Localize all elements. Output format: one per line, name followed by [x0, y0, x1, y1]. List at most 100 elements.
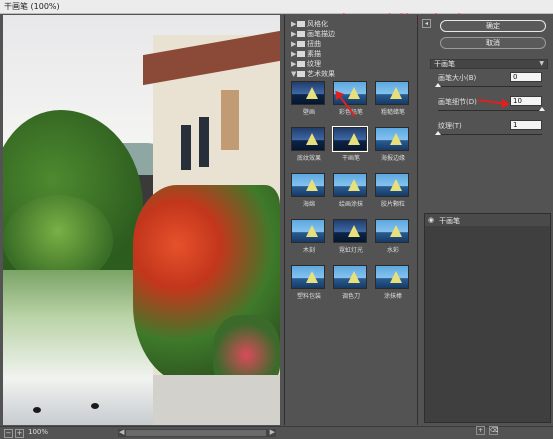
filter-folder[interactable]: ▶ 画笔描边: [291, 29, 335, 39]
zoom-in-button[interactable]: +: [15, 429, 24, 438]
filter-thumbnail[interactable]: 海报边缘: [375, 127, 411, 162]
filter-folder[interactable]: ▶ 风格化: [291, 19, 328, 29]
filter-select[interactable]: 干画笔 ▼: [430, 59, 548, 69]
filter-label: 胶片颗粒: [380, 201, 405, 208]
filter-preview-image: [333, 219, 367, 243]
filter-label: 霓虹灯光: [338, 247, 363, 254]
new-effect-layer-button[interactable]: +: [476, 426, 485, 435]
filter-label: 底纹效果: [296, 155, 321, 162]
preview-duck: [91, 403, 99, 409]
filter-label: 绘画涂抹: [338, 201, 363, 208]
preview-window: [199, 117, 209, 167]
filter-thumbnail[interactable]: 调色刀: [333, 265, 369, 300]
param-slider[interactable]: [438, 107, 545, 111]
collapse-panel-button[interactable]: ◂: [422, 19, 431, 28]
preview-shutter: [221, 90, 239, 150]
filter-preview-image: [333, 173, 367, 197]
filter-thumbnail[interactable]: 海绵: [291, 173, 327, 208]
filter-folder[interactable]: ▶ 素描: [291, 49, 321, 59]
filter-thumbnail[interactable]: 绘画涂抹: [333, 173, 369, 208]
effect-layer-row[interactable]: ◉ 干画笔: [425, 214, 550, 226]
filter-label: 海报边缘: [380, 155, 405, 162]
filter-preview-image: [291, 81, 325, 105]
folder-icon: [297, 21, 305, 27]
param-slider[interactable]: [435, 83, 542, 87]
filter-label: 涂抹棒: [383, 293, 402, 300]
filter-thumbnail[interactable]: 塑料包装: [291, 265, 327, 300]
filter-label: 调色刀: [341, 293, 360, 300]
filter-folder-label: 艺术效果: [307, 70, 335, 78]
filter-label: 干画笔: [341, 155, 360, 162]
slider-handle[interactable]: [435, 83, 441, 87]
filter-thumbnail[interactable]: 壁画: [291, 81, 327, 116]
filter-thumbnail[interactable]: 木刻: [291, 219, 327, 254]
preview-status-bar: − + 100% ◀ ▶: [0, 426, 553, 439]
filter-browser: ▶风格化▶画笔描边▶扭曲▶素描▶纹理▼艺术效果 壁画彩色铅笔粗糙蜡笔底纹效果干画…: [284, 15, 416, 425]
filter-label: 水彩: [386, 247, 399, 254]
filter-preview-image: [375, 265, 409, 289]
filter-thumbnail[interactable]: 粗糙蜡笔: [375, 81, 411, 116]
window-title: 干画笔 (100%): [4, 2, 60, 11]
filter-folder-label: 扭曲: [307, 40, 321, 48]
zoom-level-select[interactable]: 100%: [28, 428, 48, 436]
filter-thumbnail[interactable]: 霓虹灯光: [333, 219, 369, 254]
filter-folder-label: 纹理: [307, 60, 321, 68]
filter-thumbnail[interactable]: 底纹效果: [291, 127, 327, 162]
chevron-down-icon: ▼: [539, 60, 544, 67]
cancel-button[interactable]: 取消: [440, 37, 546, 49]
scroll-left-icon[interactable]: ◀: [119, 428, 124, 436]
filter-folder[interactable]: ▼ 艺术效果: [291, 69, 335, 79]
filter-folder[interactable]: ▶ 扭曲: [291, 39, 321, 49]
filter-label: 塑料包装: [296, 293, 321, 300]
filter-label: 木刻: [302, 247, 315, 254]
preview-duck: [33, 407, 41, 413]
preview-canvas[interactable]: [3, 15, 280, 425]
scroll-right-icon[interactable]: ▶: [270, 428, 275, 436]
filter-label: 壁画: [302, 109, 315, 116]
filter-select-value: 干画笔: [434, 60, 455, 68]
folder-icon: [297, 51, 305, 57]
filter-thumbnail[interactable]: 水彩: [375, 219, 411, 254]
param-label: 画笔细节(D): [438, 98, 477, 106]
preview-window: [181, 125, 191, 170]
param-slider[interactable]: [435, 131, 542, 135]
scroll-thumb[interactable]: [126, 430, 266, 436]
filter-preview-image: [291, 265, 325, 289]
slider-handle[interactable]: [435, 131, 441, 135]
filter-preview-image: [291, 127, 325, 151]
filter-preview-image: [375, 127, 409, 151]
filter-folder-label: 风格化: [307, 20, 328, 28]
filter-preview-image: [375, 81, 409, 105]
param-label: 纹理(T): [438, 122, 462, 130]
filter-folder-label: 画笔描边: [307, 30, 335, 38]
folder-icon: [297, 71, 305, 77]
ok-button[interactable]: 确定: [440, 20, 546, 32]
folder-icon: [297, 31, 305, 37]
filter-label: 海绵: [302, 201, 315, 208]
preview-horizontal-scrollbar[interactable]: ◀ ▶: [118, 428, 276, 437]
filter-folder[interactable]: ▶ 纹理: [291, 59, 321, 69]
filter-preview-image: [333, 265, 367, 289]
slider-handle[interactable]: [539, 107, 545, 111]
param-value-input[interactable]: 0: [510, 72, 542, 82]
filter-thumbnail[interactable]: 涂抹棒: [375, 265, 411, 300]
filter-thumbnail[interactable]: 干画笔: [332, 126, 369, 162]
param-value-input[interactable]: 1: [510, 120, 542, 130]
filter-label: 粗糙蜡笔: [380, 109, 405, 116]
effect-layers-list: ◉ 干画笔: [424, 213, 551, 423]
filter-gallery-window: 干画笔 (100%) www.baoyidianhei.com − + 100%…: [0, 0, 553, 439]
preview-wall: [153, 375, 280, 425]
filter-preview-image: [291, 219, 325, 243]
folder-icon: [297, 61, 305, 67]
zoom-out-button[interactable]: −: [4, 429, 13, 438]
filter-preview-image: [291, 173, 325, 197]
eye-icon[interactable]: ◉: [428, 216, 434, 224]
param-value-input[interactable]: 10: [510, 96, 542, 106]
filter-preview-image: [332, 126, 368, 152]
param-label: 画笔大小(B): [438, 74, 477, 82]
filter-thumbnail[interactable]: 胶片颗粒: [375, 173, 411, 208]
filter-controls-panel: ◂ 确定 取消 干画笔 ▼ 画笔大小(B) 0 画笔细节(D) 10 纹理(T) 1 ◉ …: [417, 15, 553, 435]
delete-effect-layer-icon[interactable]: ⌫: [489, 426, 498, 435]
annotation-arrow-icon: [477, 99, 508, 106]
filter-preview-image: [375, 173, 409, 197]
